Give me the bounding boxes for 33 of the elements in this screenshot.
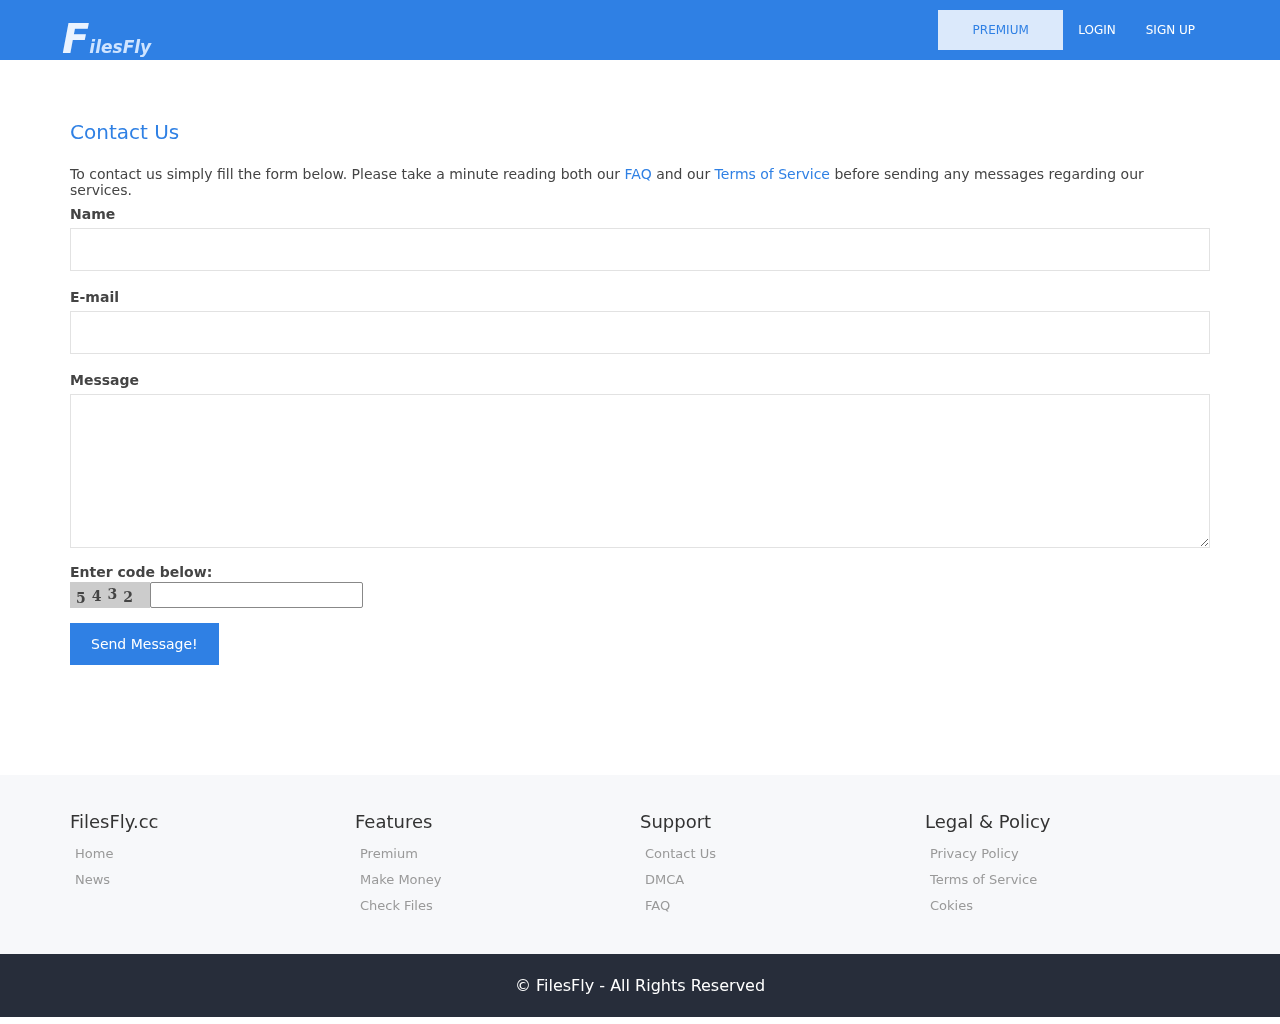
message-field[interactable] — [70, 394, 1210, 548]
send-button[interactable]: Send Message! — [70, 623, 219, 665]
intro-text: To contact us simply fill the form below. Please take a minute reading both our FAQ and our Terms of Service before sending any messages regarding our services. — [70, 166, 1145, 198]
text-link[interactable]: Terms of Service — [714, 166, 830, 182]
footer-link[interactable]: Check Files — [360, 898, 640, 913]
input-field[interactable] — [70, 228, 1210, 271]
captcha-field[interactable] — [150, 582, 363, 608]
footer-link[interactable]: Privacy Policy — [930, 846, 1210, 861]
footer-link[interactable]: Make Money — [360, 872, 640, 887]
footer-link[interactable]: DMCA — [645, 872, 925, 887]
footer-heading: FilesFly.cc — [70, 811, 160, 832]
field-label: Enter code below: — [70, 564, 214, 580]
footer-link[interactable]: News — [75, 872, 355, 887]
captcha-image: 5 4 3 2 — [70, 582, 150, 608]
copyright-text: © FilesFly - All Rights Reserved — [514, 976, 766, 995]
page-title: Contact Us — [70, 120, 181, 144]
footer-link[interactable]: Premium — [360, 846, 640, 861]
footer-link[interactable]: FAQ — [645, 898, 925, 913]
field-label: Message — [70, 372, 141, 388]
footer-link[interactable]: Contact Us — [645, 846, 925, 861]
footer-link[interactable]: Home — [75, 846, 355, 861]
field-label: E-mail — [70, 289, 120, 305]
footer-heading: Features — [355, 811, 434, 832]
footer-heading: Support — [640, 811, 713, 832]
input-field[interactable] — [70, 311, 1210, 354]
footer-heading: Legal & Policy — [925, 811, 1052, 832]
nav-link[interactable]: LOGIN — [1063, 10, 1131, 50]
footer-link[interactable]: Cokies — [930, 898, 1210, 913]
logo[interactable]: FilesFly — [62, 0, 152, 62]
field-label: Name — [70, 206, 117, 222]
nav-link[interactable]: SIGN UP — [1130, 10, 1210, 50]
text-link[interactable]: FAQ — [624, 166, 652, 182]
footer-link[interactable]: Terms of Service — [930, 872, 1210, 887]
